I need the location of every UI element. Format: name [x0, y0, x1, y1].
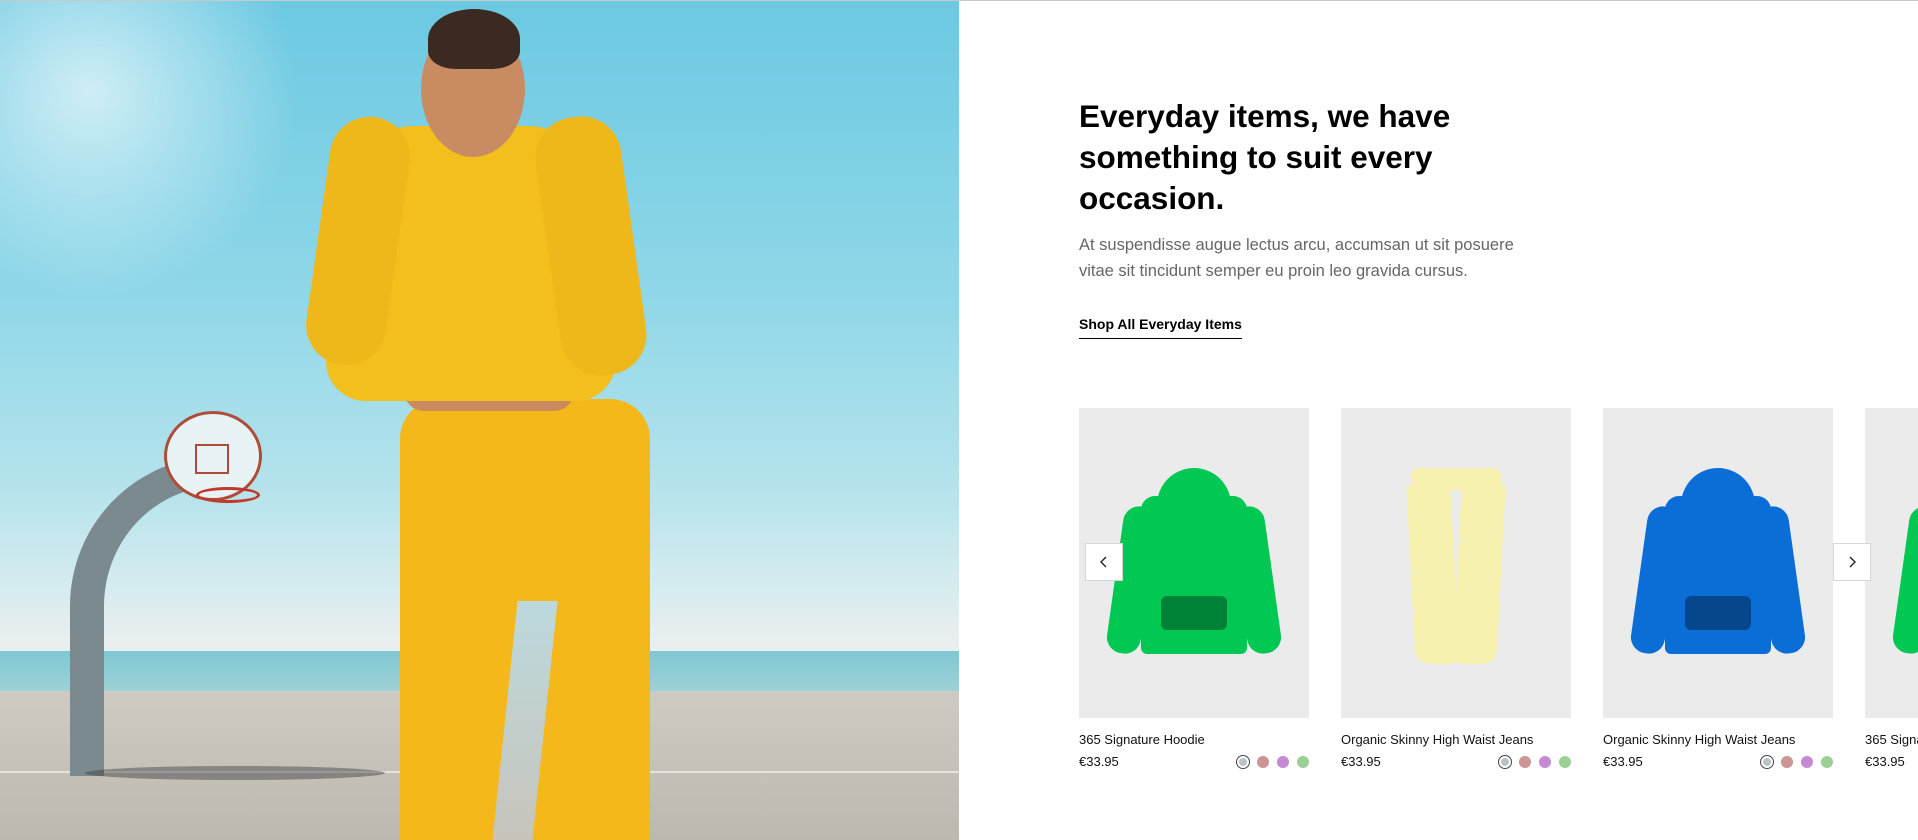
product-price: €33.95 — [1603, 754, 1643, 769]
shop-all-link[interactable]: Shop All Everyday Items — [1079, 316, 1242, 339]
product-price: €33.95 — [1865, 754, 1905, 769]
chevron-right-icon — [1849, 556, 1856, 568]
product-card[interactable]: 365 Signature Hoodie €33.95 — [1865, 408, 1918, 769]
product-card[interactable]: Organic Skinny High Waist Jeans €33.95 — [1603, 408, 1833, 769]
color-swatch[interactable] — [1297, 756, 1309, 768]
color-swatch[interactable] — [1801, 756, 1813, 768]
product-card[interactable]: Organic Skinny High Waist Jeans €33.95 — [1341, 408, 1571, 769]
color-swatches — [1761, 756, 1833, 768]
hoodie-icon — [1890, 468, 1918, 658]
model-figure — [0, 1, 959, 840]
color-swatch[interactable] — [1519, 756, 1531, 768]
section-headline: Everyday items, we have something to sui… — [1079, 98, 1451, 216]
color-swatch[interactable] — [1761, 756, 1773, 768]
product-image[interactable] — [1341, 408, 1571, 718]
product-name[interactable]: Organic Skinny High Waist Jeans — [1603, 732, 1795, 747]
model-hair — [428, 9, 520, 69]
hoodie-icon — [1104, 468, 1284, 658]
hero-image — [0, 1, 959, 840]
product-price: €33.95 — [1079, 754, 1119, 769]
color-swatch[interactable] — [1277, 756, 1289, 768]
carousel-next-button[interactable] — [1833, 543, 1871, 581]
color-swatches — [1237, 756, 1309, 768]
color-swatch[interactable] — [1821, 756, 1833, 768]
chevron-left-icon — [1100, 556, 1107, 568]
product-image[interactable] — [1603, 408, 1833, 718]
product-name[interactable]: 365 Signature Hoodie — [1079, 732, 1205, 747]
product-name[interactable]: 365 Signature Hoodie — [1865, 732, 1918, 747]
product-carousel: 365 Signature Hoodie €33.95 Organic Skin… — [1079, 408, 1918, 778]
section-description: At suspendisse augue lectus arcu, accums… — [1079, 236, 1514, 280]
color-swatch[interactable] — [1257, 756, 1269, 768]
color-swatch[interactable] — [1539, 756, 1551, 768]
color-swatch[interactable] — [1237, 756, 1249, 768]
color-swatch[interactable] — [1559, 756, 1571, 768]
color-swatch[interactable] — [1781, 756, 1793, 768]
carousel-prev-button[interactable] — [1085, 543, 1123, 581]
color-swatch[interactable] — [1499, 756, 1511, 768]
product-image[interactable] — [1865, 408, 1918, 718]
product-name[interactable]: Organic Skinny High Waist Jeans — [1341, 732, 1533, 747]
hoodie-icon — [1628, 468, 1808, 658]
pants-icon — [1406, 468, 1506, 664]
color-swatches — [1499, 756, 1571, 768]
product-price: €33.95 — [1341, 754, 1381, 769]
